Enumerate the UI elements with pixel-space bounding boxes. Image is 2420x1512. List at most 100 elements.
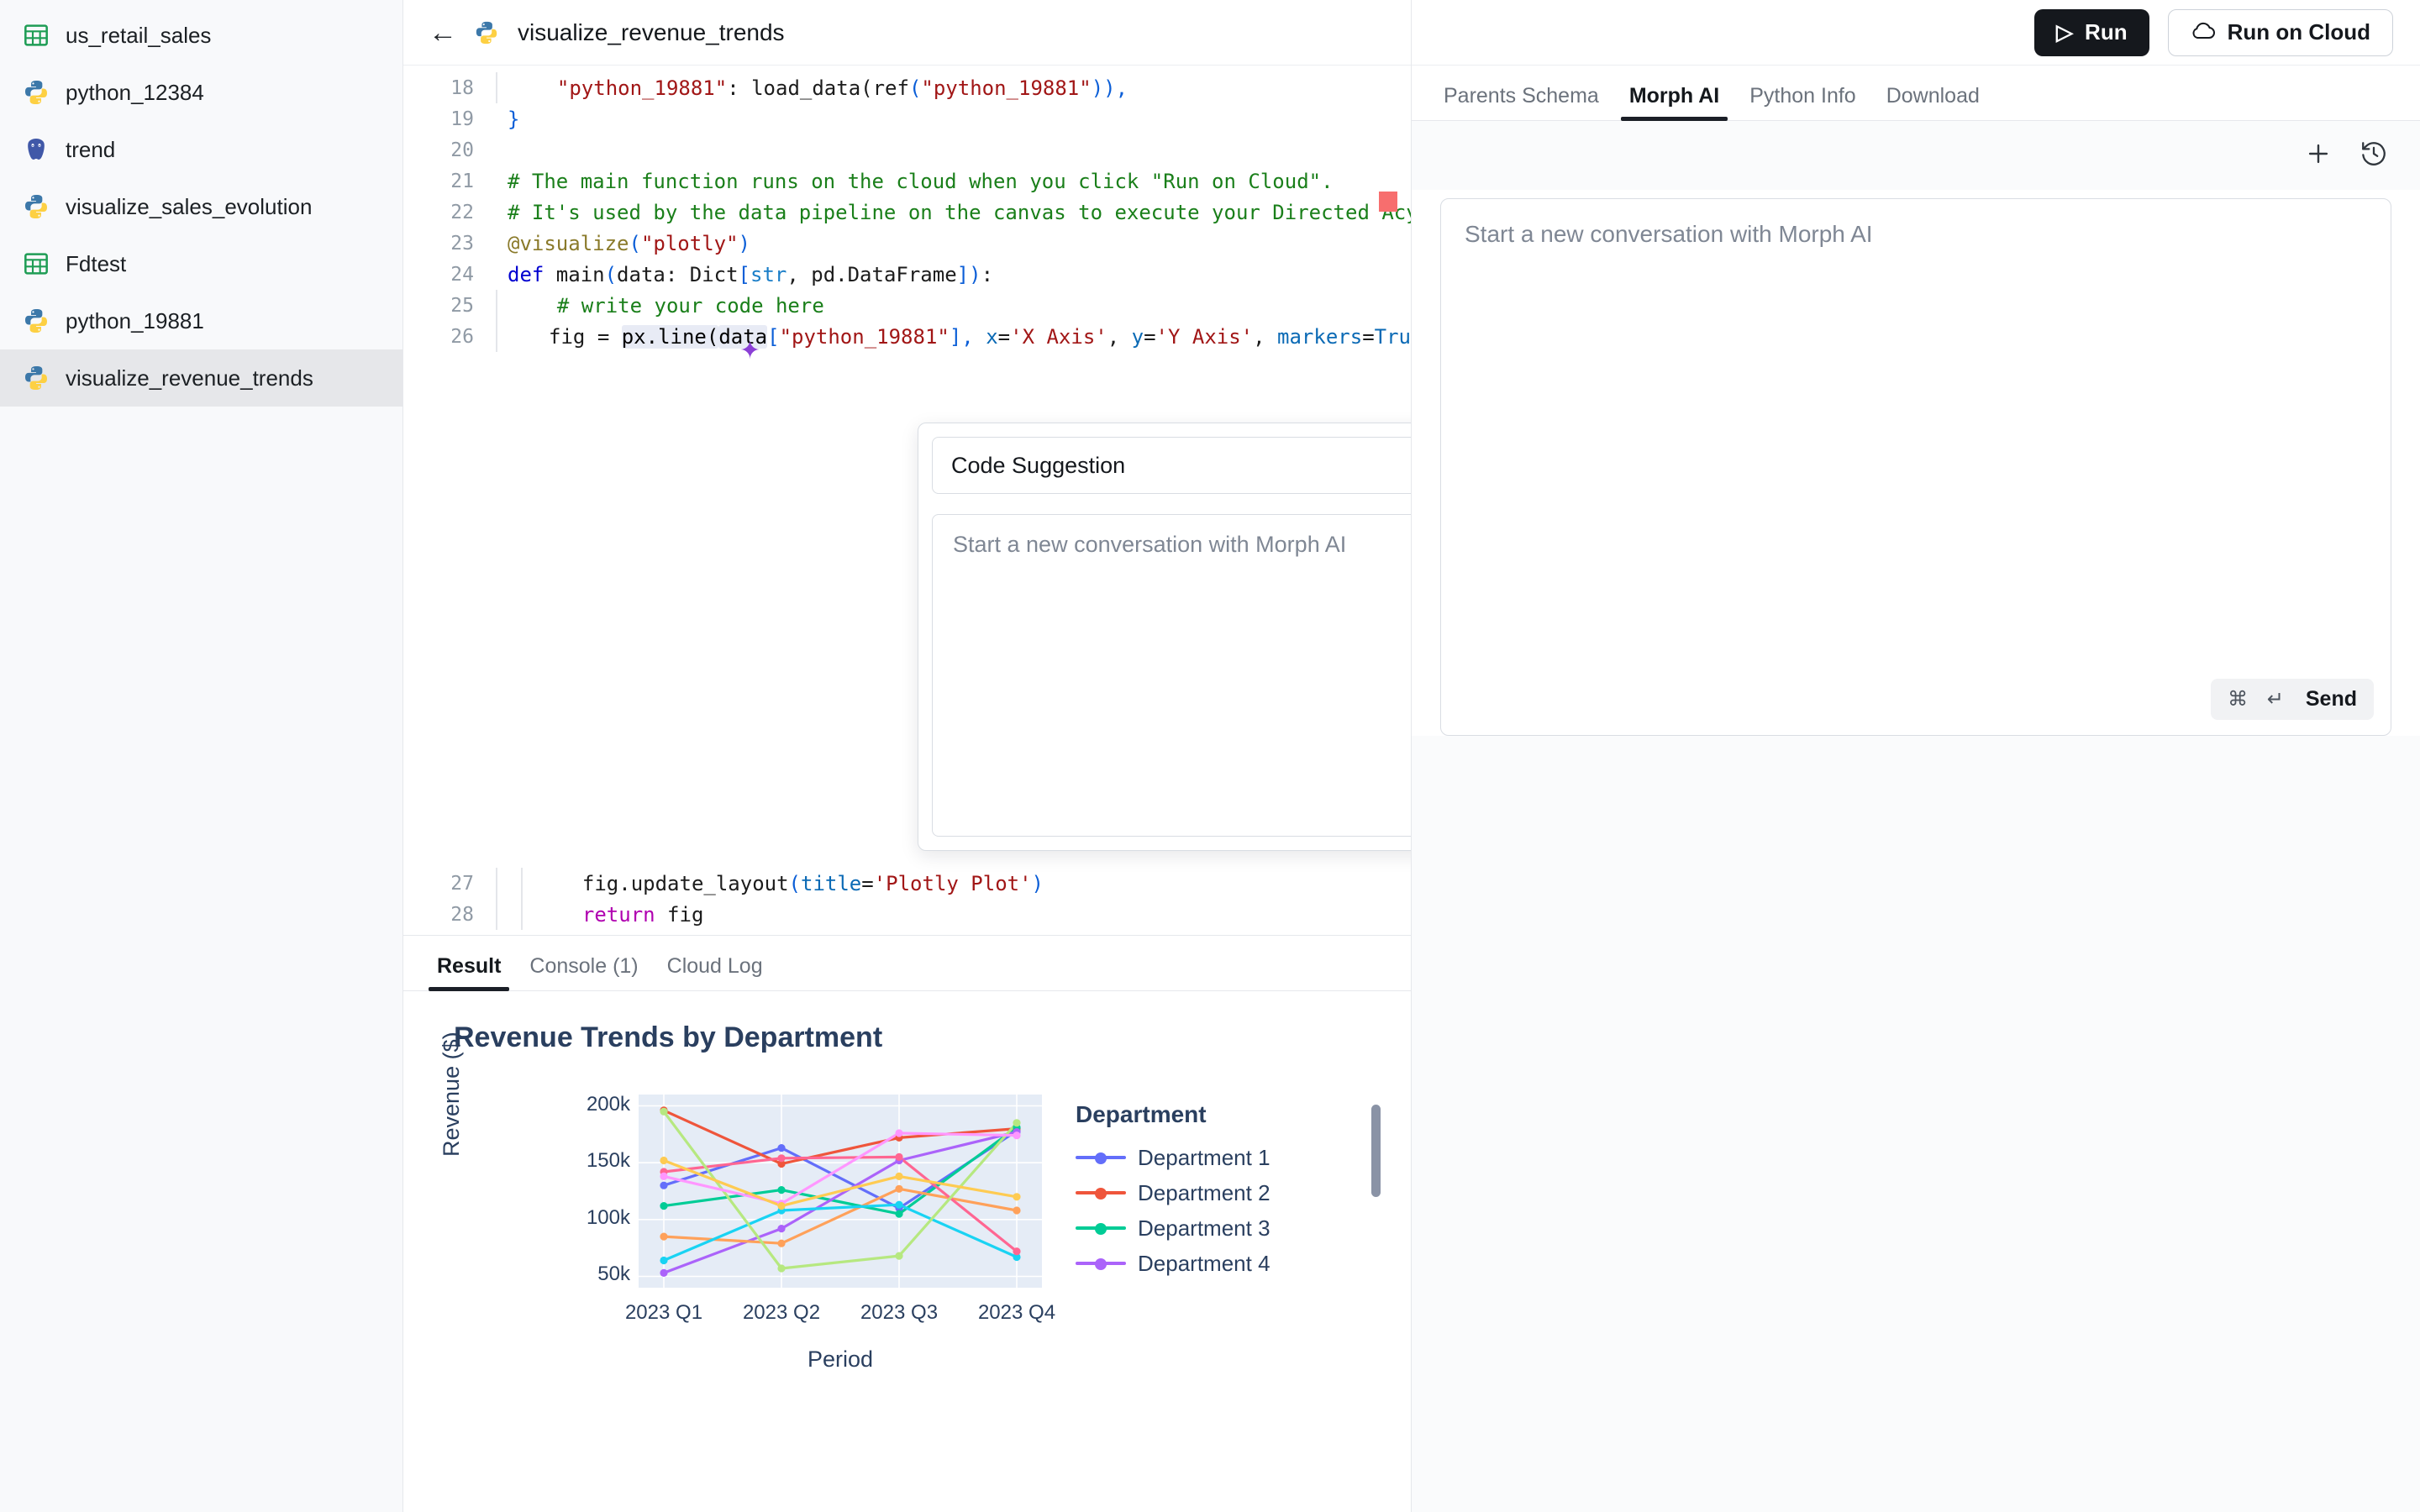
line-number: 25: [450, 294, 474, 317]
legend-swatch: [1076, 1220, 1126, 1236]
legend-item[interactable]: Department 3: [1076, 1210, 1270, 1246]
sidebar-item-python-12384[interactable]: python_12384: [0, 64, 402, 121]
table-icon: [22, 21, 50, 50]
legend-item[interactable]: Department 1: [1076, 1140, 1270, 1175]
run-on-cloud-button[interactable]: Run on Cloud: [2167, 8, 2393, 56]
tab-cloud-log[interactable]: Cloud Log: [659, 954, 771, 990]
legend-scrollbar[interactable]: [1371, 1105, 1381, 1197]
code-text: @visualize("plotly"): [508, 231, 750, 255]
x-tick-label: 2023 Q4: [977, 1301, 1056, 1324]
code-line[interactable]: 25 # write your code here: [403, 290, 1411, 321]
code-line[interactable]: 18 "python_19881": load_data(ref("python…: [403, 72, 1411, 103]
plot-area: Revenue Trends by Department Revenue ($)…: [403, 991, 1411, 1512]
chat-send-button[interactable]: ⌘ ↵ Send: [2211, 679, 2374, 720]
tab-download[interactable]: Download: [1878, 84, 1988, 120]
code-text: return fig: [581, 902, 704, 927]
chart-container: Revenue ($) 200k 150k 100k 50k 2023 Q1 2023 …: [437, 1032, 1381, 1372]
sidebar-item-label: Fdtest: [66, 250, 127, 276]
code-line[interactable]: 26 fig = px.line(data["python_19881"], x…: [403, 321, 1411, 352]
legend-label: Department 3: [1138, 1215, 1270, 1241]
python-icon: [22, 78, 50, 107]
code-text: "python_19881": load_data(ref("python_19…: [556, 76, 1128, 100]
sidebar-item-trend[interactable]: trend: [0, 121, 402, 178]
line-number: 28: [450, 903, 474, 926]
chat-placeholder: Start a new conversation with Morph AI: [1465, 221, 1873, 247]
editor-error-marker: [1379, 192, 1397, 212]
legend-swatch: [1076, 1149, 1126, 1166]
play-icon: ▷: [2056, 19, 2074, 45]
chart-svg: [639, 1095, 1042, 1288]
code-line[interactable]: 19}: [403, 103, 1411, 134]
line-number: 20: [450, 139, 474, 161]
sidebar-item-python-19881[interactable]: python_19881: [0, 292, 402, 349]
indent-guide: [496, 290, 497, 321]
code-text: }: [508, 107, 520, 131]
legend-label: Department 2: [1138, 1179, 1270, 1205]
sidebar-item-label: trend: [66, 136, 116, 162]
python-icon: [22, 307, 50, 335]
tab-result[interactable]: Result: [429, 954, 510, 991]
cloud-icon: [2191, 19, 2216, 45]
indent-guide: [496, 72, 497, 103]
sidebar-item-visualize-sales-evolution[interactable]: visualize_sales_evolution: [0, 178, 402, 235]
chat-toolbar: [1412, 121, 2420, 190]
sidebar-item-us-retail-sales[interactable]: us_retail_sales: [0, 7, 402, 64]
ai-sparkle-icon[interactable]: ✦: [739, 336, 760, 365]
chat-send-shortcut-keys: ⌘ ↵: [2228, 688, 2291, 711]
back-button[interactable]: ←: [429, 18, 457, 47]
indent-guide: [496, 899, 497, 930]
chart-plot-box: [639, 1095, 1042, 1288]
legend-item[interactable]: Department 4: [1076, 1246, 1270, 1281]
history-icon[interactable]: [2360, 139, 2388, 172]
x-tick-label: 2023 Q1: [624, 1301, 703, 1324]
code-line[interactable]: 28 return fig: [403, 899, 1411, 930]
tab-morph-ai[interactable]: Morph AI: [1620, 84, 1728, 121]
sidebar-item-visualize-revenue-trends[interactable]: visualize_revenue_trends: [0, 349, 402, 407]
editor-topbar: ← visualize_revenue_trends: [403, 0, 1411, 66]
code-line[interactable]: 21 # The main function runs on the cloud …: [403, 165, 1411, 197]
line-number: 27: [450, 872, 474, 895]
indent-guide: [521, 899, 523, 930]
code-suggestion-title[interactable]: Code Suggestion: [932, 437, 1411, 494]
code-line[interactable]: 27 fig.update_layout(title='Plotly Plot'…: [403, 868, 1411, 899]
code-line[interactable]: 29: [403, 930, 1411, 936]
y-tick-label: 50k: [597, 1263, 630, 1286]
legend-item[interactable]: Department 2: [1076, 1175, 1270, 1210]
code-text: # The main function runs on the cloud wh…: [508, 169, 1334, 193]
python-icon: [472, 18, 501, 47]
run-button[interactable]: ▷ Run: [2034, 8, 2149, 56]
indent-guide: [496, 321, 497, 352]
sidebar-item-label: python_19881: [66, 307, 204, 333]
legend-swatch: [1076, 1255, 1126, 1272]
sidebar-item-fdtest[interactable]: Fdtest: [0, 235, 402, 292]
result-panel: Result Console (1) Cloud Log Revenue Trend…: [403, 935, 1411, 1512]
y-tick-label: 150k: [586, 1149, 630, 1173]
code-text: def main(data: Dict[str, pd.DataFrame]):: [508, 262, 994, 286]
table-icon: [22, 249, 50, 278]
plus-icon[interactable]: [2304, 139, 2333, 172]
tab-console-1[interactable]: Console (1): [521, 954, 646, 990]
code-suggestion-input-area[interactable]: Start a new conversation with Morph AI ⌘…: [932, 514, 1411, 837]
line-number: 21: [450, 170, 474, 192]
tab-parents-schema[interactable]: Parents Schema: [1435, 84, 1607, 120]
tab-python-info[interactable]: Python Info: [1741, 84, 1864, 120]
right-panel-background: [1412, 736, 2420, 1512]
code-line[interactable]: 22 # It's used by the data pipeline on th…: [403, 197, 1411, 228]
right-panel-tabs: Parents Schema Morph AI Python Info Downloa…: [1412, 66, 2420, 121]
code-text: fig = px.line(data["python_19881"], x='X…: [524, 324, 1411, 349]
code-editor[interactable]: 18 "python_19881": load_data(ref("python…: [403, 66, 1411, 935]
legend-label: Department 4: [1138, 1250, 1270, 1276]
code-line[interactable]: 20: [403, 134, 1411, 165]
line-number: 29: [403, 935, 496, 936]
code-suggestion-placeholder: Start a new conversation with Morph AI: [953, 532, 1347, 557]
line-number: 19: [450, 108, 474, 130]
run-toolbar: ▷ Run Run on Cloud: [1412, 0, 2420, 66]
code-line[interactable]: 24 def main(data: Dict[str, pd.DataFrame]…: [403, 259, 1411, 290]
code-line[interactable]: 23 @visualize("plotly"): [403, 228, 1411, 259]
python-icon: [22, 364, 50, 392]
line-number: 18: [450, 76, 474, 99]
indent-guide: [496, 868, 497, 899]
chat-input-area[interactable]: Start a new conversation with Morph AI ⌘…: [1440, 198, 2391, 736]
code-suggestion-popup: Code Suggestion Start a new conversation…: [918, 423, 1411, 851]
chart-legend: Department Department 1 Department 2 Depar…: [1076, 1101, 1270, 1281]
